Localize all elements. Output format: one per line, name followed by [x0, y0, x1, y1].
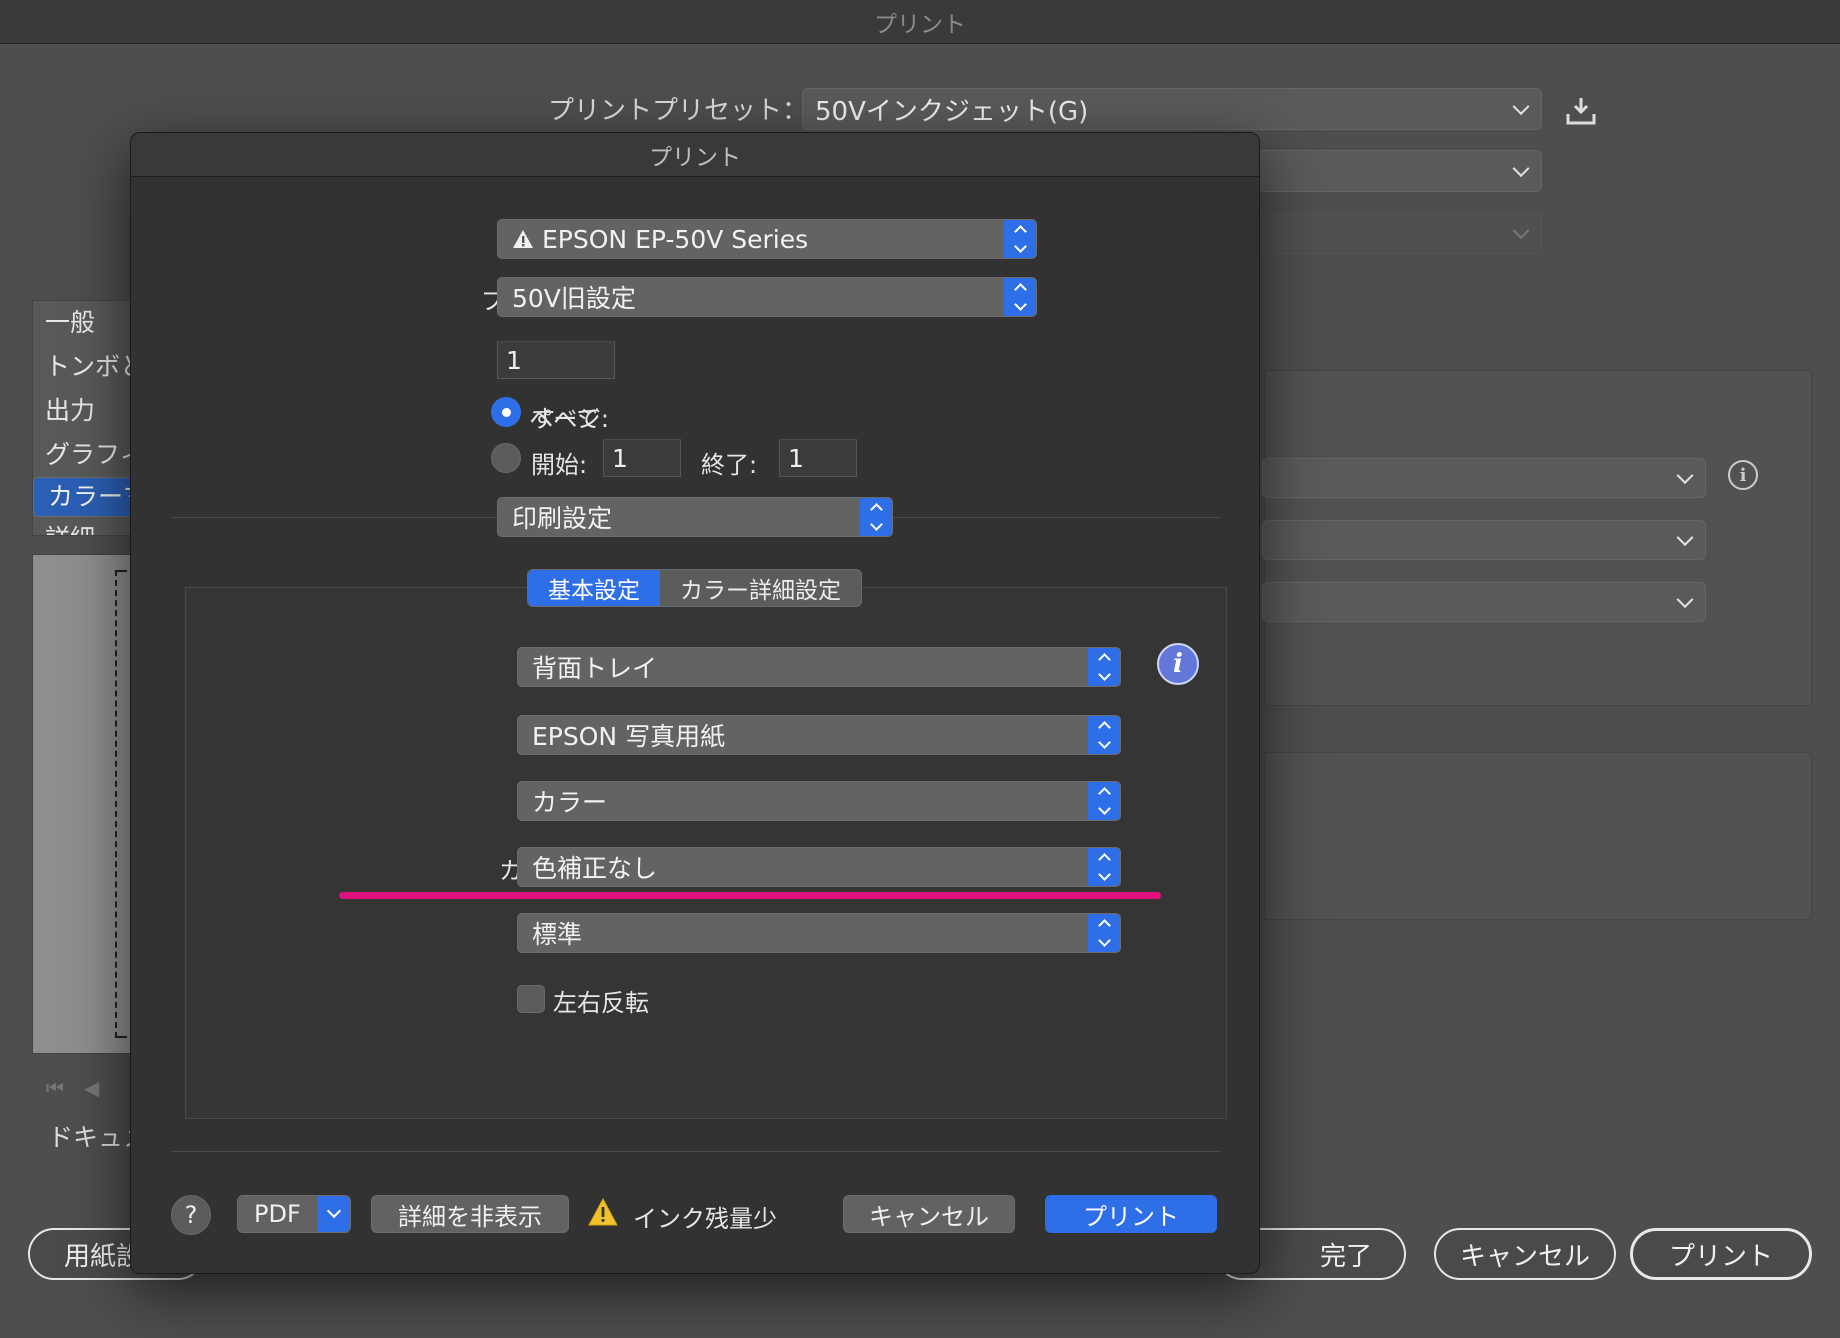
stepper-icon — [1088, 648, 1120, 686]
color-select[interactable]: カラー — [517, 781, 1121, 821]
sidebar-item-color[interactable]: カラーマ — [33, 477, 136, 517]
back-print-button[interactable]: プリント — [1630, 1228, 1812, 1280]
media-type-select[interactable]: EPSON 写真用紙 — [517, 715, 1121, 755]
media-type-value: EPSON 写真用紙 — [532, 722, 726, 751]
tab-basic[interactable]: 基本設定 — [528, 570, 660, 606]
sidebar-item-advanced[interactable]: 詳細 — [33, 517, 136, 535]
stepper-icon — [1004, 278, 1036, 316]
color-adjust-value: 色補正なし — [532, 854, 658, 883]
preset-value: 50V旧設定 — [512, 284, 636, 313]
dialog-title: プリント — [131, 133, 1259, 177]
separator — [171, 1151, 1221, 1152]
info-icon[interactable]: i — [1157, 643, 1199, 685]
copies-input[interactable]: 1 — [497, 341, 615, 379]
preset-select[interactable]: 50V旧設定 — [497, 277, 1037, 317]
back-preset-value: 50Vインクジェット(G) — [815, 96, 1089, 127]
warning-icon — [588, 1197, 618, 1226]
back-color-select-3[interactable] — [1262, 582, 1706, 622]
chevron-down-icon — [318, 1196, 350, 1232]
back-color-select-1[interactable] — [1262, 458, 1706, 498]
sidebar-item-graphics[interactable]: グラフィ — [33, 433, 136, 477]
chevron-down-icon — [1676, 591, 1694, 609]
print-settings-select[interactable]: 印刷設定 — [497, 497, 893, 537]
pages-range-radio[interactable] — [491, 443, 521, 473]
printer-select[interactable]: EPSON EP-50V Series — [497, 219, 1037, 259]
stepper-icon — [860, 498, 892, 536]
settings-tabs: 基本設定 カラー詳細設定 — [527, 569, 862, 607]
stepper-icon — [1004, 220, 1036, 258]
ink-warning-text: インク残量少 — [633, 1205, 777, 1233]
sidebar-item-general[interactable]: 一般 — [33, 301, 136, 345]
pages-all-label: すべて — [531, 405, 601, 433]
pages-all-radio[interactable] — [491, 397, 521, 427]
cancel-button[interactable]: キャンセル — [843, 1195, 1015, 1233]
back-printer-select[interactable] — [1258, 150, 1542, 192]
paper-source-value: 背面トレイ — [532, 654, 658, 683]
back-color-select-2[interactable] — [1262, 520, 1706, 560]
hide-details-button[interactable]: 詳細を非表示 — [371, 1195, 569, 1233]
back-preset-select[interactable]: 50Vインクジェット(G) — [802, 88, 1542, 130]
pages-to-label: 終了: — [701, 451, 758, 479]
pages-from-label: 開始: — [531, 451, 588, 479]
chevron-down-icon — [1512, 222, 1530, 240]
warning-icon — [513, 230, 533, 248]
back-page-nav[interactable]: ⏮◀ — [46, 1076, 119, 1100]
back-preset-label: プリントプリセット： — [548, 96, 809, 126]
stepper-icon — [1088, 782, 1120, 820]
printer-value: EPSON EP-50V Series — [542, 224, 809, 254]
back-description-panel — [1264, 752, 1812, 920]
chevron-down-icon — [1676, 529, 1694, 547]
color-adjust-select[interactable]: 色補正なし — [517, 847, 1121, 887]
highlight-underline — [339, 892, 1161, 899]
pdf-label: PDF — [254, 1200, 301, 1228]
back-cancel-button[interactable]: キャンセル — [1434, 1228, 1616, 1280]
back-window-title: プリント — [0, 0, 1840, 44]
pages-from-input[interactable]: 1 — [603, 439, 681, 477]
print-button[interactable]: プリント — [1045, 1195, 1217, 1233]
back-sidebar: 一般 トンボと 出力 グラフィ カラーマ 詳細 — [32, 300, 137, 536]
stepper-icon — [1088, 716, 1120, 754]
mirror-label: 左右反転 — [553, 989, 649, 1017]
quality-select[interactable]: 標準 — [517, 913, 1121, 953]
back-done-label: 完了 — [1319, 1241, 1372, 1272]
paper-source-select[interactable]: 背面トレイ — [517, 647, 1121, 687]
pages-to-input[interactable]: 1 — [779, 439, 857, 477]
save-preset-icon[interactable] — [1565, 96, 1597, 126]
mirror-checkbox[interactable] — [517, 985, 545, 1013]
help-button[interactable]: ? — [171, 1195, 211, 1235]
sidebar-item-output[interactable]: 出力 — [33, 389, 136, 433]
back-ppd-select — [1258, 212, 1542, 254]
stepper-icon — [1088, 914, 1120, 952]
info-icon[interactable]: i — [1728, 460, 1758, 490]
color-value: カラー — [532, 788, 608, 817]
back-preview-page — [115, 570, 127, 1038]
chevron-down-icon — [1512, 160, 1530, 178]
print-settings-value: 印刷設定 — [512, 504, 613, 533]
chevron-down-icon — [1512, 98, 1530, 116]
print-dialog: プリント プリンタ: EPSON EP-50V Series プリセット: 50… — [130, 132, 1260, 1274]
chevron-down-icon — [1676, 467, 1694, 485]
sidebar-item-marks[interactable]: トンボと — [33, 345, 136, 389]
pdf-menu-button[interactable]: PDF — [237, 1195, 351, 1233]
stepper-icon — [1088, 848, 1120, 886]
tab-color-advanced[interactable]: カラー詳細設定 — [660, 570, 861, 606]
quality-value: 標準 — [532, 920, 583, 949]
